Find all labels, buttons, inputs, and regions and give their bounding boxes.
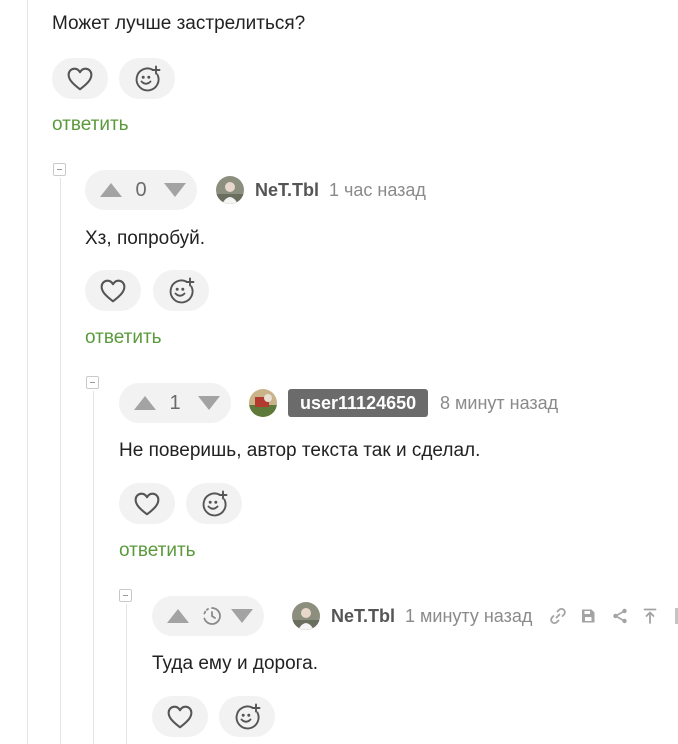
heart-icon: [67, 67, 93, 90]
share-icon[interactable]: [611, 607, 629, 625]
add-emoji-icon: [135, 65, 161, 91]
vote-control: 1: [119, 383, 231, 423]
reply-link[interactable]: ответить: [119, 540, 196, 562]
thread-line: [27, 0, 28, 744]
triangle-down-icon[interactable]: [163, 182, 187, 198]
author-name[interactable]: NeT.Tbl: [331, 606, 395, 627]
add-reaction-button[interactable]: [219, 696, 275, 737]
add-reaction-button[interactable]: [186, 483, 242, 524]
author-name[interactable]: NeT.Tbl: [255, 180, 319, 201]
comment-time[interactable]: 1 минуту назад: [405, 606, 532, 627]
thread-line: [60, 178, 61, 744]
thread-line: [126, 604, 127, 744]
heart-icon: [100, 279, 126, 302]
scroll-up-icon[interactable]: [641, 607, 659, 625]
like-button[interactable]: [119, 483, 175, 524]
link-icon[interactable]: [549, 607, 567, 625]
comment-time[interactable]: 1 час назад: [329, 180, 426, 201]
comment-text: Хз, попробуй.: [85, 228, 206, 249]
triangle-down-icon[interactable]: [230, 608, 254, 624]
thread-line: [93, 391, 94, 744]
author-name[interactable]: user11124650: [288, 389, 429, 417]
collapse-toggle[interactable]: [53, 163, 66, 176]
add-reaction-button[interactable]: [153, 270, 209, 311]
like-button[interactable]: [85, 270, 141, 311]
like-button[interactable]: [152, 696, 208, 737]
heart-icon: [167, 705, 193, 728]
add-reaction-button[interactable]: [119, 58, 175, 99]
reply-link[interactable]: ответить: [85, 327, 162, 349]
reply-link[interactable]: ответить: [52, 114, 129, 136]
vote-control: 0: [85, 170, 197, 210]
avatar[interactable]: [249, 389, 277, 417]
comment-time[interactable]: 8 минут назад: [440, 393, 558, 414]
avatar[interactable]: [216, 176, 244, 204]
comment-text: Может лучше застрелиться?: [52, 13, 306, 34]
comment-text: Не поверишь, автор текста так и сделал.: [119, 440, 481, 461]
triangle-up-icon[interactable]: [166, 608, 190, 624]
save-icon[interactable]: [579, 607, 597, 625]
collapse-toggle[interactable]: [119, 589, 132, 602]
like-button[interactable]: [52, 58, 108, 99]
add-emoji-icon: [169, 277, 195, 303]
collapse-toggle[interactable]: [86, 376, 99, 389]
vote-control: [152, 596, 264, 636]
add-emoji-icon: [235, 703, 261, 729]
add-emoji-icon: [202, 490, 228, 516]
heart-icon: [134, 492, 160, 515]
pending-rating-icon: [203, 607, 221, 625]
comment-text: Туда ему и дорога.: [152, 653, 318, 674]
avatar[interactable]: [292, 602, 320, 630]
triangle-down-icon[interactable]: [197, 395, 221, 411]
